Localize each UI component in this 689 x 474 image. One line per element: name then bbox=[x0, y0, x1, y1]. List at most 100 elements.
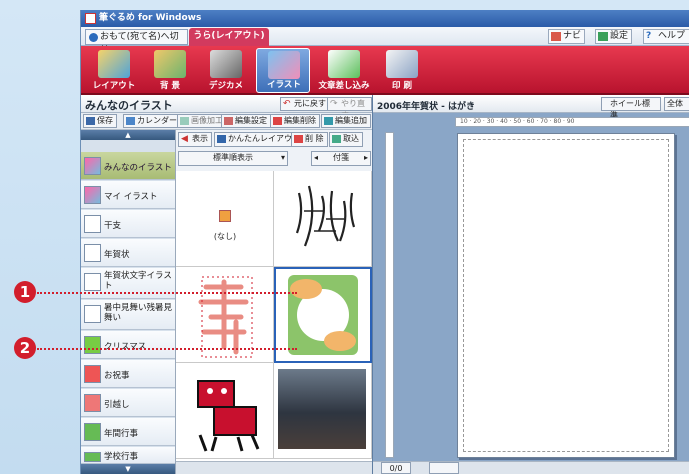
tab-front-switch[interactable]: おもて(宛て名)へ切替 bbox=[85, 29, 188, 56]
callout-2-badge: 2 bbox=[14, 337, 36, 359]
navi-icon bbox=[551, 32, 561, 41]
panel-header: みんなのイラスト ↶ 元に戻す ↷ やり直す bbox=[81, 95, 372, 120]
preview-footer: 0/0 bbox=[373, 461, 689, 474]
callout-1-line bbox=[37, 292, 297, 294]
ribbon-illust[interactable]: イラスト bbox=[256, 48, 310, 93]
sidebar-item-shochu[interactable]: 暑中見舞い残暑見舞い bbox=[81, 300, 175, 330]
grid-cell-shishi[interactable] bbox=[176, 363, 274, 459]
tag-filter[interactable]: ◂ 付箋 ▸ bbox=[311, 151, 371, 166]
edit-add-button[interactable]: 編集追加 bbox=[321, 114, 371, 128]
ribbon-background[interactable]: 背 景 bbox=[143, 48, 197, 93]
vertical-ruler bbox=[385, 132, 394, 458]
sidebar-item-gakko[interactable]: 学校行事 bbox=[81, 447, 175, 464]
help-icon: ? bbox=[646, 31, 652, 41]
grid-cell-photo[interactable] bbox=[274, 363, 372, 459]
edit-settings-icon bbox=[224, 117, 233, 125]
edit-settings-button[interactable]: 編集設定 bbox=[221, 114, 271, 128]
text-insert-icon bbox=[328, 50, 360, 78]
main-ribbon: レイアウト 背 景 デジカメ イラスト 文章差し込み 印 刷 bbox=[81, 46, 689, 95]
family-photo bbox=[278, 369, 366, 449]
ribbon-layout[interactable]: レイアウト bbox=[87, 48, 141, 93]
display-button[interactable]: ◀ 表示 bbox=[178, 132, 212, 147]
redo-icon: ↷ bbox=[330, 99, 338, 109]
document-title: 2006年年賀状 - はがき bbox=[377, 102, 476, 112]
camera-icon bbox=[210, 50, 242, 78]
edit-add-icon bbox=[324, 117, 333, 125]
image-edit-button[interactable]: 画像加工 bbox=[177, 114, 227, 128]
chevron-right-icon: ▸ bbox=[363, 153, 368, 162]
sidebar-item-christmas[interactable]: クリスマス bbox=[81, 331, 175, 359]
delete-button[interactable]: 削 除 bbox=[291, 132, 328, 147]
grid-cell-none[interactable]: (なし) bbox=[176, 171, 274, 267]
save-button[interactable]: 保存 bbox=[83, 114, 117, 128]
display-icon: ◀ bbox=[181, 134, 188, 144]
sidebar-item-hikkoshi[interactable]: 引越し bbox=[81, 389, 175, 417]
delete-icon bbox=[294, 135, 303, 143]
page-counter: 0/0 bbox=[381, 462, 411, 474]
illust-toolbar: 保存 カレンダー 画像加工 編集設定 編集削除 編集追加 bbox=[81, 113, 372, 130]
illust-category-icon bbox=[84, 186, 101, 204]
app-window: 筆ぐるめ for Windows おもて(宛て名)へ切替 うら(レイアウト) ナ… bbox=[80, 10, 689, 474]
sidebar-scroll-down[interactable]: ▼ bbox=[81, 464, 175, 474]
sidebar-scroll-up[interactable]: ▲ bbox=[81, 130, 175, 140]
navi-button[interactable]: ナビ bbox=[548, 29, 586, 44]
wheel-mode-select[interactable]: ホイール標準 bbox=[601, 97, 661, 120]
app-icon bbox=[85, 13, 96, 24]
ribbon-print[interactable]: 印 刷 bbox=[375, 48, 429, 93]
chevron-left-icon: ◂ bbox=[314, 153, 319, 162]
callout-2-line bbox=[37, 348, 297, 350]
annual-event-icon bbox=[84, 423, 101, 441]
print-area-guide bbox=[463, 139, 669, 452]
grid-horizontal-scrollbar[interactable] bbox=[176, 461, 372, 474]
import-button[interactable]: 取込 bbox=[329, 132, 363, 147]
app-title: 筆ぐるめ for Windows bbox=[99, 13, 202, 23]
shishi-illust bbox=[197, 380, 260, 452]
printer-icon bbox=[386, 50, 418, 78]
layout-icon bbox=[98, 50, 130, 78]
easy-layout-icon bbox=[217, 135, 226, 143]
sidebar-item-eto[interactable]: 干支 bbox=[81, 210, 175, 238]
postcard-canvas[interactable] bbox=[457, 133, 675, 458]
sidebar-item-minna[interactable]: みんなのイラスト bbox=[81, 152, 175, 180]
import-icon bbox=[332, 135, 341, 143]
category-sidebar: ▲ みんなのイラスト マイ イラスト 干支 年賀状 年賀状文字イラスト 暑中見舞… bbox=[81, 130, 176, 474]
folder-icon bbox=[84, 305, 101, 323]
sort-order-select[interactable]: 標準順表示 ▾ bbox=[178, 151, 288, 166]
page-nav[interactable] bbox=[429, 462, 459, 474]
school-event-icon bbox=[84, 452, 101, 462]
ribbon-text-insert[interactable]: 文章差し込み bbox=[314, 48, 374, 93]
sidebar-item-nenkan[interactable]: 年間行事 bbox=[81, 418, 175, 446]
tab-back-layout[interactable]: うら(レイアウト) bbox=[189, 28, 269, 46]
zoom-whole-select[interactable]: 全体を bbox=[664, 97, 689, 111]
callout-1-badge: 1 bbox=[14, 281, 36, 303]
image-edit-icon bbox=[180, 117, 189, 125]
horizontal-ruler: 10 · 20 · 30 · 40 · 50 · 60 · 70 · 80 · … bbox=[455, 117, 689, 127]
play-icon bbox=[89, 33, 98, 42]
settings-icon bbox=[598, 32, 608, 41]
ribbon-camera[interactable]: デジカメ bbox=[199, 48, 253, 93]
settings-button[interactable]: 設定 bbox=[595, 29, 633, 44]
edit-delete-button[interactable]: 編集削除 bbox=[270, 114, 320, 128]
grid-cell-calligraphy[interactable] bbox=[274, 171, 372, 267]
background-icon bbox=[154, 50, 186, 78]
sidebar-item-nengajo-moji[interactable]: 年賀状文字イラスト bbox=[81, 268, 175, 299]
preview-header: 2006年年賀状 - はがき ホイール標準 全体を bbox=[373, 95, 689, 120]
help-button[interactable]: ? ヘルプ bbox=[643, 29, 689, 44]
folder-icon bbox=[84, 273, 101, 291]
sidebar-item-nengajo[interactable]: 年賀状 bbox=[81, 239, 175, 267]
illust-grid: (なし) bbox=[176, 171, 372, 461]
celebration-icon bbox=[84, 365, 101, 383]
redo-button[interactable]: ↷ やり直す bbox=[327, 97, 372, 120]
undo-icon: ↶ bbox=[283, 99, 291, 109]
christmas-icon bbox=[84, 336, 101, 354]
calendar-button[interactable]: カレンダー bbox=[123, 114, 181, 128]
sidebar-item-my[interactable]: マイ イラスト bbox=[81, 181, 175, 209]
undo-button[interactable]: ↶ 元に戻す bbox=[280, 97, 330, 111]
illust-category-icon bbox=[84, 157, 101, 175]
none-icon bbox=[219, 210, 231, 222]
sidebar-item-oiwai[interactable]: お祝事 bbox=[81, 360, 175, 388]
illust-icon bbox=[268, 51, 300, 79]
save-icon bbox=[86, 117, 95, 125]
folder-icon bbox=[84, 244, 101, 262]
tab-row: おもて(宛て名)へ切替 うら(レイアウト) ナビ 設定 ? ヘルプ bbox=[81, 27, 689, 56]
